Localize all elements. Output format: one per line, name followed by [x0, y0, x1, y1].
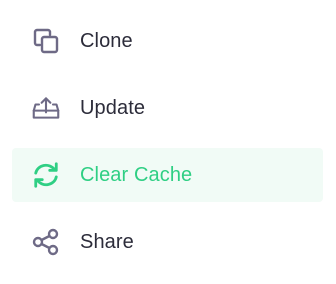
- menu-item-label: Update: [80, 96, 146, 119]
- menu-item-clear-cache[interactable]: Clear Cache: [12, 148, 323, 202]
- menu-item-update[interactable]: Update: [12, 81, 323, 135]
- menu-item-label: Clone: [80, 29, 133, 52]
- share-icon: [32, 228, 60, 256]
- context-menu: Clone Update Clear Cache Share: [0, 0, 336, 284]
- clone-icon: [32, 27, 60, 55]
- menu-item-label: Share: [80, 230, 134, 253]
- menu-item-clone[interactable]: Clone: [12, 14, 323, 68]
- refresh-icon: [32, 161, 60, 189]
- menu-item-share[interactable]: Share: [12, 215, 323, 269]
- menu-item-label: Clear Cache: [80, 163, 193, 186]
- upload-tray-icon: [32, 94, 60, 122]
